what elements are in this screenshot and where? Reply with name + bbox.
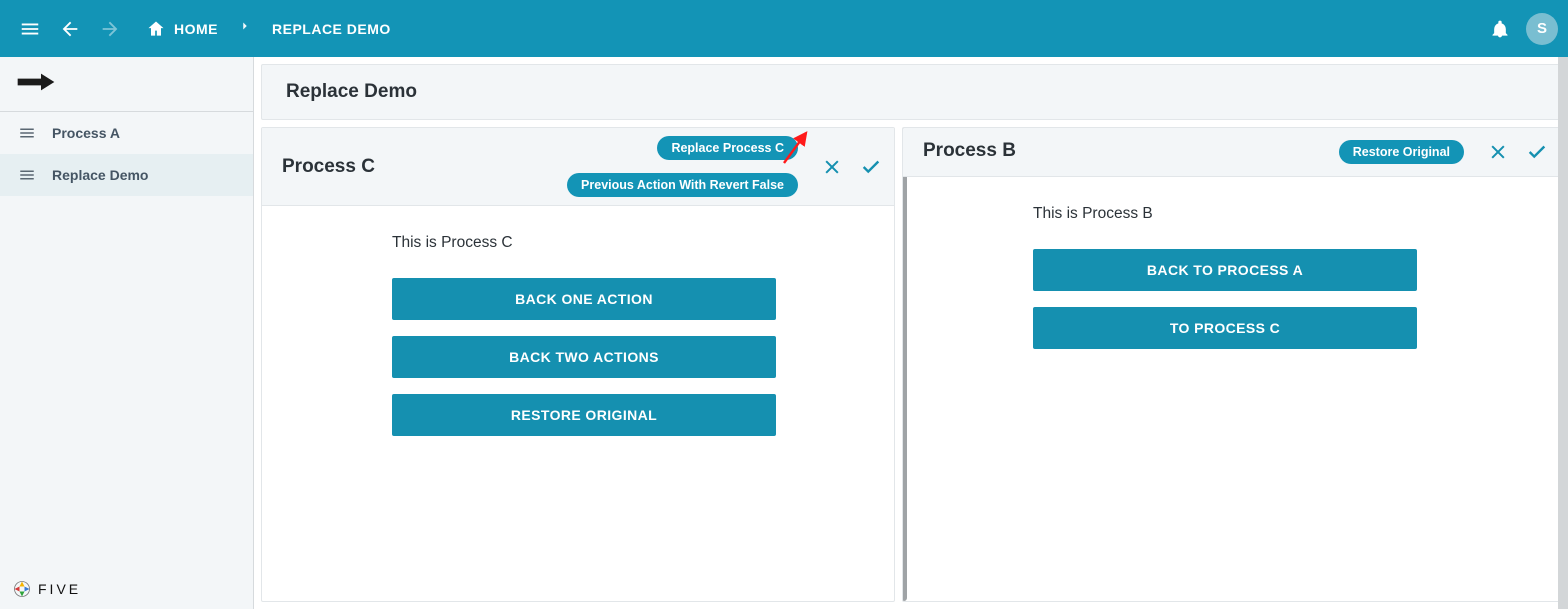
sidebar-footer: FIVE <box>0 569 253 609</box>
list-icon <box>18 124 36 142</box>
main-area: Replace Demo Process C Replace Process C… <box>254 57 1568 609</box>
divider-handle[interactable] <box>902 128 907 601</box>
check-icon <box>860 156 882 178</box>
forward-arrow-icon <box>16 70 56 99</box>
confirm-button[interactable] <box>1526 141 1548 163</box>
nav-forward-button <box>90 9 130 49</box>
confirm-button[interactable] <box>860 156 882 178</box>
sidebar-item-label: Replace Demo <box>52 167 148 183</box>
arrow-right-icon <box>99 18 121 40</box>
process-c-body-text: This is Process C <box>392 234 874 252</box>
process-b-card: Process B Restore Original This is <box>902 127 1561 602</box>
scrollbar[interactable] <box>1558 57 1568 609</box>
sidebar-item-replace-demo[interactable]: Replace Demo <box>0 154 253 196</box>
check-icon <box>1526 141 1548 163</box>
chip-previous-action-revert-false[interactable]: Previous Action With Revert False <box>567 173 798 197</box>
chevron-right-icon <box>238 19 252 33</box>
avatar-initial: S <box>1537 20 1547 37</box>
restore-original-button[interactable]: RESTORE ORIGINAL <box>392 394 776 436</box>
hamburger-icon <box>19 18 41 40</box>
breadcrumb-home-label: HOME <box>174 21 218 37</box>
notifications-button[interactable] <box>1480 9 1520 49</box>
close-icon <box>822 157 842 177</box>
page-title: Replace Demo <box>261 64 1561 120</box>
nav-back-button[interactable] <box>50 9 90 49</box>
process-c-header: Process C Replace Process C Previous Act… <box>262 128 894 206</box>
back-to-process-a-button[interactable]: BACK TO PROCESS A <box>1033 249 1417 291</box>
bell-icon <box>1490 19 1510 39</box>
process-c-card: Process C Replace Process C Previous Act… <box>261 127 895 602</box>
chip-replace-process-c[interactable]: Replace Process C <box>657 136 798 160</box>
logo-mark-icon <box>12 579 32 599</box>
menu-button[interactable] <box>10 9 50 49</box>
brand-logo: FIVE <box>12 579 241 599</box>
brand-text: FIVE <box>38 581 81 597</box>
close-button[interactable] <box>1488 142 1508 162</box>
process-b-header: Process B Restore Original <box>903 128 1560 177</box>
back-two-actions-button[interactable]: BACK TWO ACTIONS <box>392 336 776 378</box>
sidebar-item-process-a[interactable]: Process A <box>0 112 253 154</box>
to-process-c-button[interactable]: TO PROCESS C <box>1033 307 1417 349</box>
arrow-left-icon <box>59 18 81 40</box>
user-avatar[interactable]: S <box>1526 13 1558 45</box>
process-c-title: Process C <box>282 156 375 178</box>
sidebar: Process A Replace Demo FIVE <box>0 57 254 609</box>
page-title-text: Replace Demo <box>286 81 417 102</box>
process-b-body-text: This is Process B <box>1033 205 1540 223</box>
process-c-body: This is Process C BACK ONE ACTION BACK T… <box>262 206 894 472</box>
process-b-title: Process B <box>923 140 1016 162</box>
breadcrumb-current[interactable]: REPLACE DEMO <box>264 21 399 37</box>
close-icon <box>1488 142 1508 162</box>
list-icon <box>18 166 36 184</box>
home-icon <box>146 19 166 39</box>
breadcrumb-separator <box>226 19 264 38</box>
close-button[interactable] <box>822 157 842 177</box>
sidebar-header <box>0 57 253 112</box>
back-one-action-button[interactable]: BACK ONE ACTION <box>392 278 776 320</box>
breadcrumb-home[interactable]: HOME <box>138 19 226 39</box>
chip-restore-original[interactable]: Restore Original <box>1339 140 1464 164</box>
sidebar-item-label: Process A <box>52 125 120 141</box>
breadcrumb-current-label: REPLACE DEMO <box>272 21 391 37</box>
process-b-body: This is Process B BACK TO PROCESS A TO P… <box>903 177 1560 385</box>
app-bar: HOME REPLACE DEMO S <box>0 0 1568 57</box>
